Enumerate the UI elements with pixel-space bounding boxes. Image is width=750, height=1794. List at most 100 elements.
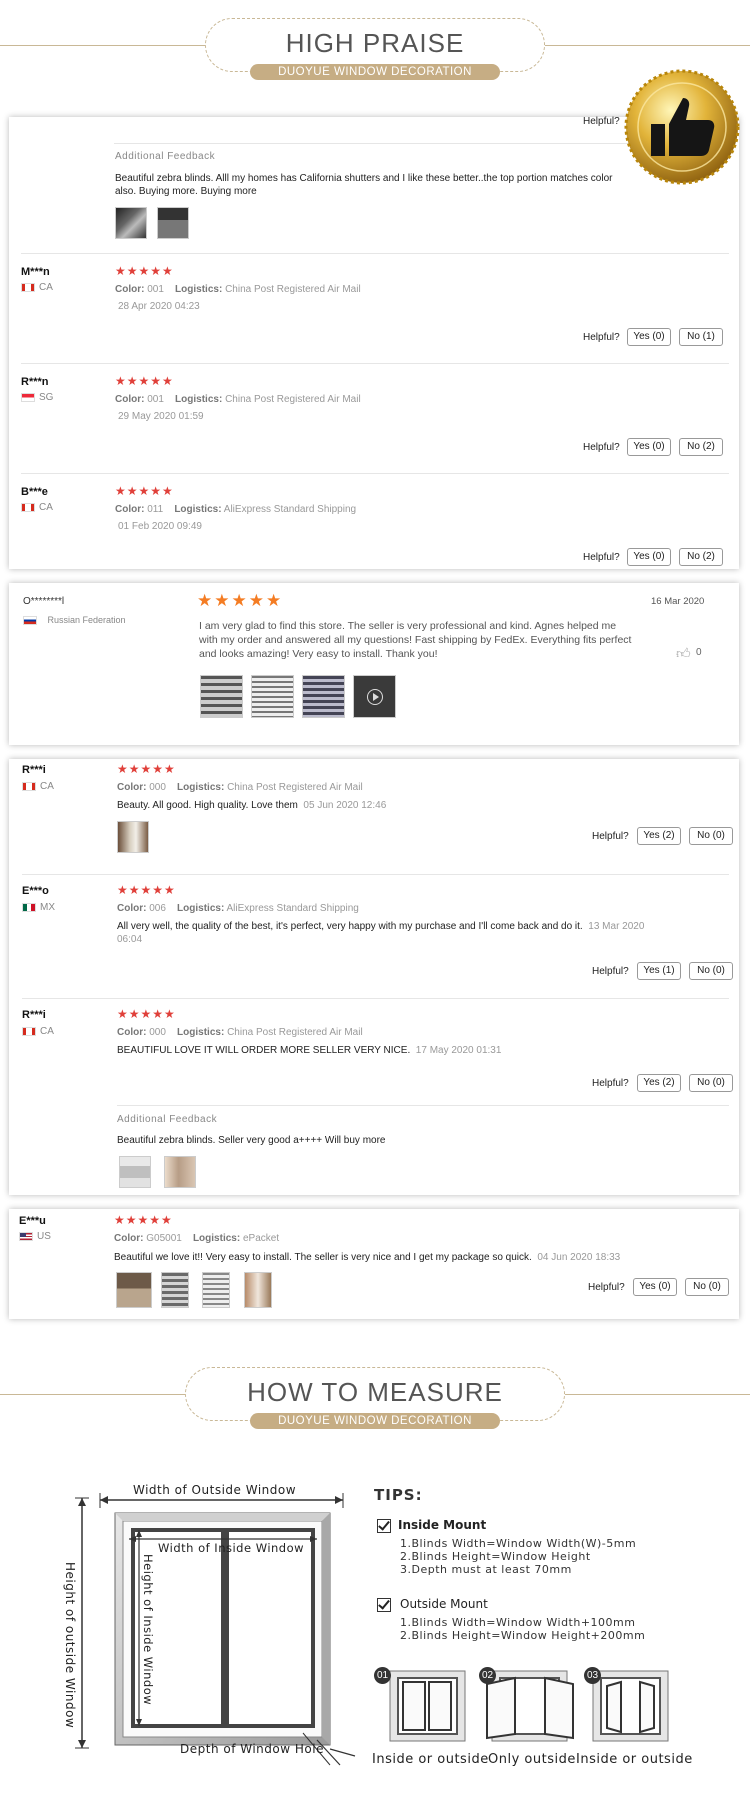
review-photo[interactable] [251,675,294,718]
star-rating: ★★★★★ [114,1213,173,1227]
color-label: Color: [114,1233,144,1244]
star-rating: ★★★★★ [117,883,176,897]
helpful-label: Helpful? [583,552,620,563]
outside-tip-2: 2.Blinds Height=Window Height+200mm [400,1629,646,1642]
review-body: Beauty. All good. High quality. Love the… [117,800,298,811]
country-code: CA [39,502,53,513]
logistics-value: ePacket [242,1233,280,1244]
reviewer-country: CA [21,502,53,513]
outside-tip-1: 1.Blinds Width=Window Width+100mm [400,1616,636,1629]
star-rating: ★★★★★ [115,374,174,388]
helpful-no-button[interactable]: No (0) [689,962,733,980]
review-date: 04 Jun 2020 18:33 [537,1252,621,1263]
diagram-caption: Inside or outside [372,1752,489,1767]
reviewer-country: CA [22,1026,54,1037]
play-triangle-icon [373,693,379,701]
reviewer-country: MX [22,902,55,913]
helpful-yes-button[interactable]: Yes (0) [627,548,671,566]
helpful-yes-button[interactable]: Yes (0) [627,328,671,346]
country-code: CA [39,282,53,293]
reviewer-name: R***i [22,1009,46,1021]
review-card-3: R***i CA ★★★★★ Color: 000 Logistics: Chi… [9,759,739,1195]
flag-icon [21,503,35,512]
color-value: 001 [147,394,164,405]
review-body: BEAUTIFUL LOVE IT WILL ORDER MORE SELLER… [117,1045,411,1056]
logistics-value: China Post Registered Air Mail [227,1027,363,1038]
divider [22,998,729,999]
color-label: Color: [117,1027,147,1038]
logistics-label: Logistics: [175,284,223,295]
review-text: Beautiful we love it!! Very easy to inst… [114,1251,620,1264]
review-date: 13 Mar 2020 [588,921,645,932]
star-rating: ★★★★★ [115,484,174,498]
logistics-value: China Post Registered Air Mail [227,782,363,793]
color-label: Color: [117,782,147,793]
review-video[interactable] [353,675,396,718]
reviewer-country: CA [21,282,53,293]
helpful-yes-button[interactable]: Yes (0) [627,438,671,456]
helpful-yes-button[interactable]: Yes (2) [637,1074,681,1092]
review-photo[interactable] [119,1156,151,1188]
helpful-yes-button[interactable]: Yes (2) [637,827,681,845]
review-photo[interactable] [117,821,149,853]
helpful-yes-button[interactable]: Yes (0) [633,1278,677,1296]
divider [21,363,729,364]
window-measure-diagram [75,1493,356,1766]
review-photo[interactable] [302,675,345,718]
checkbox-checked-icon [377,1598,391,1612]
helpful-no-button[interactable]: No (2) [679,438,723,456]
additional-feedback-label: Additional Feedback [115,151,216,162]
review-photo[interactable] [200,675,243,718]
flag-icon [22,1027,36,1036]
helpful-label: Helpful? [583,442,620,453]
height-inside-label: Height of Inside Window [141,1554,155,1706]
color-value: 006 [149,903,166,914]
color-label: Color: [115,284,145,295]
width-outside-label: Width of Outside Window [133,1483,297,1497]
flag-icon [19,1232,33,1241]
color-value: 001 [147,284,164,295]
review-photo[interactable] [161,1272,189,1308]
header-line-right [565,1394,750,1395]
review-text: Beauty. All good. High quality. Love the… [117,799,386,812]
section-title: HIGH PRAISE [285,28,465,58]
helpful-no-button[interactable]: No (2) [679,548,723,566]
color-value: 000 [149,782,166,793]
country-code: CA [40,781,54,792]
like-icon[interactable]: 👍︎ [676,645,691,662]
reviewer-name: R***i [22,764,46,776]
helpful-no-button[interactable]: No (0) [689,1074,733,1092]
reviewer-country: SG [21,392,53,403]
country-code: US [37,1231,51,1242]
review-photo[interactable] [244,1272,272,1308]
star-rating: ★★★★★ [197,591,284,610]
helpful-no-button[interactable]: No (0) [689,827,733,845]
order-meta: Color: 001 Logistics: China Post Registe… [115,284,361,295]
review-date: 28 Apr 2020 04:23 [118,301,200,312]
helpful-yes-button[interactable]: Yes (1) [637,962,681,980]
helpful-no-button[interactable]: No (1) [679,328,723,346]
logistics-value: AliExpress Standard Shipping [223,504,357,515]
brand-ribbon: DUOYUE WINDOW DECORATION [250,1413,500,1429]
review-photo[interactable] [115,207,147,239]
inside-tip-3: 3.Depth must at least 70mm [400,1563,572,1576]
additional-feedback-label: Additional Feedback [117,1114,218,1125]
diagram-caption: Inside or outside [576,1752,693,1767]
diagram-number-badge: 01 [374,1667,391,1684]
feedback-text: Beautiful zebra blinds. Alll my homes ha… [115,173,613,197]
star-rating: ★★★★★ [117,762,176,776]
logistics-value: China Post Registered Air Mail [225,394,361,405]
logistics-value: China Post Registered Air Mail [225,284,361,295]
review-photo[interactable] [202,1272,230,1308]
review-card-4: E***u US ★★★★★ Color: G05001 Logistics: … [9,1209,739,1319]
review-date: 05 Jun 2020 12:46 [303,800,387,811]
header-line-right [545,45,750,46]
helpful-no-button[interactable]: No (0) [685,1278,729,1296]
flag-icon [22,903,36,912]
reviewer-name: E***u [19,1215,46,1227]
how-to-measure-header: HOW TO MEASURE DUOYUE WINDOW DECORATION [0,1367,750,1452]
review-photo[interactable] [116,1272,152,1308]
review-photo[interactable] [164,1156,196,1188]
review-photo[interactable] [157,207,189,239]
helpful-label: Helpful? [592,831,629,842]
